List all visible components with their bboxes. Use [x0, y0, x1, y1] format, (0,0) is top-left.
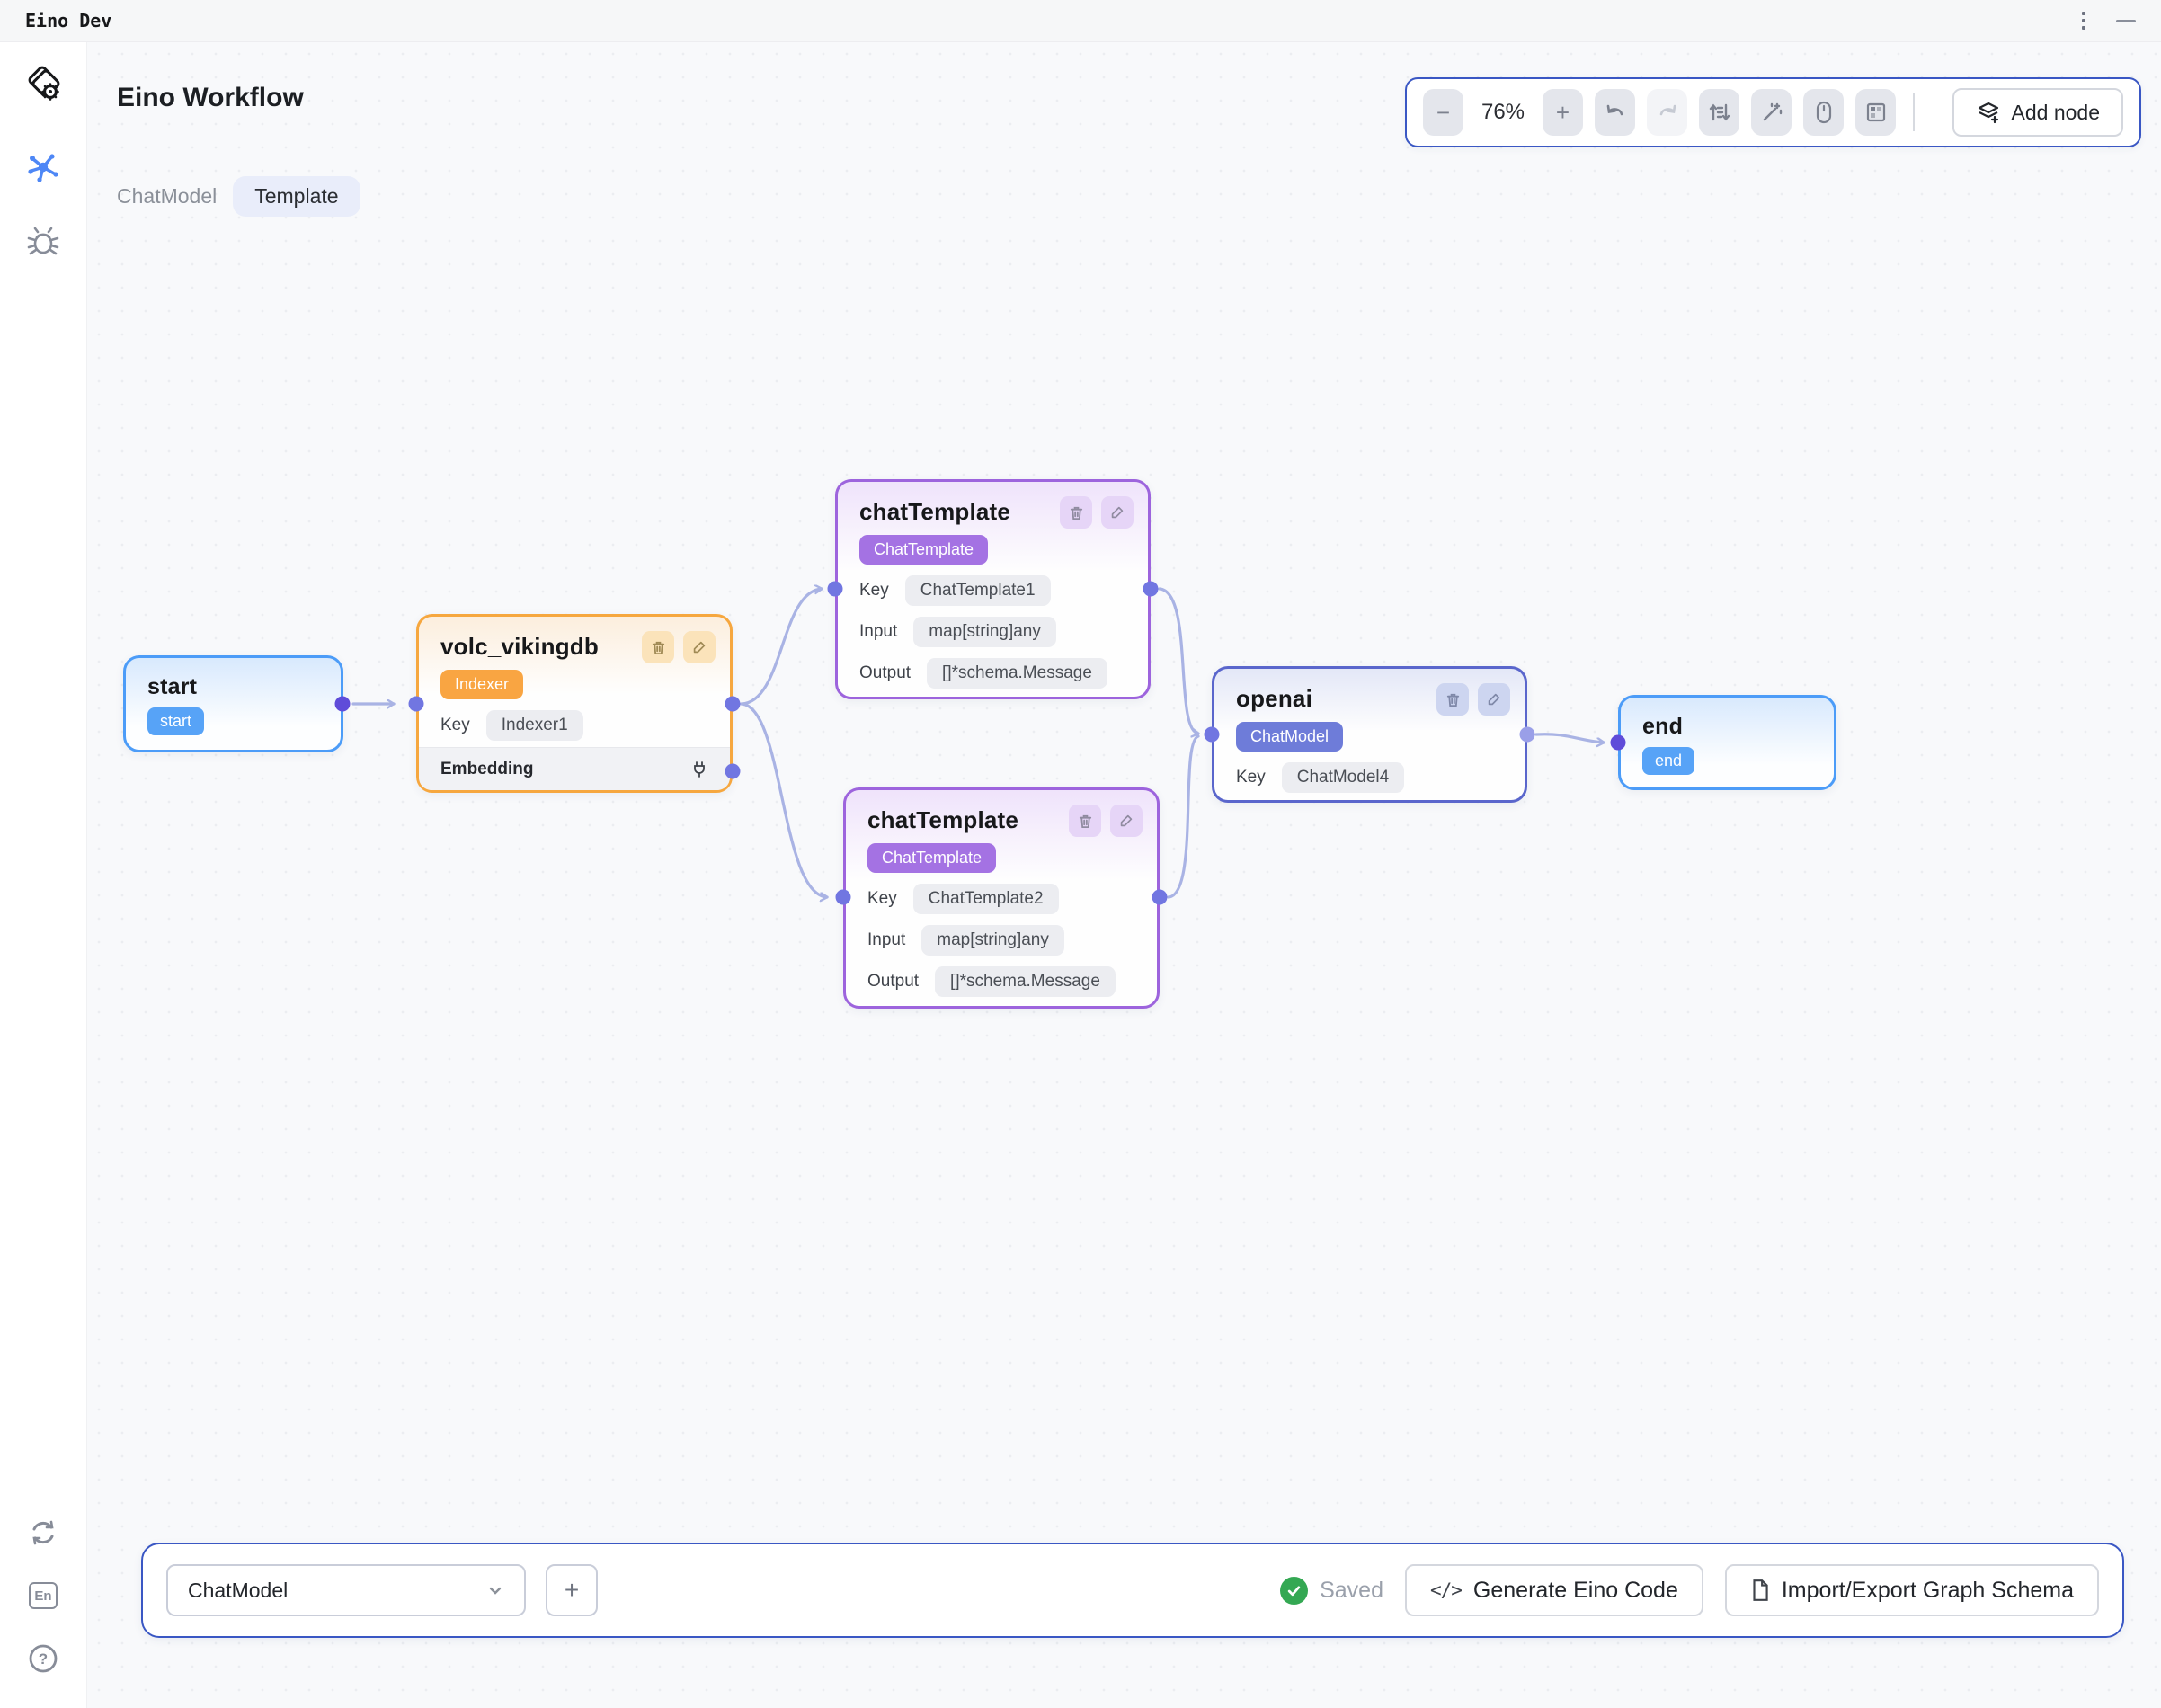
key-value: ChatTemplate1 [905, 575, 1051, 606]
key-value: ChatTemplate2 [913, 884, 1059, 914]
node-type-badge: Indexer [440, 670, 523, 699]
plug-icon [690, 761, 708, 778]
output-label: Output [867, 972, 919, 992]
window-title: Eino Dev [25, 10, 111, 31]
node-volc-vikingdb[interactable]: volc_vikingdb Indexer Key Indexer1 Embed… [416, 614, 733, 793]
tab-template[interactable]: Template [233, 176, 360, 217]
zoom-in-icon[interactable]: + [1543, 89, 1583, 136]
input-value: map[string]any [913, 617, 1056, 647]
node-type-badge: start [147, 707, 204, 735]
bottom-bar: ChatModel + Saved </> Generate Eino Code… [141, 1543, 2124, 1638]
chevron-down-icon [486, 1581, 504, 1599]
graph-selector[interactable]: ChatModel [166, 1564, 526, 1616]
delete-node-icon[interactable] [1436, 683, 1469, 716]
node-end[interactable]: end end [1618, 695, 1836, 790]
node-start[interactable]: start start [123, 655, 343, 752]
key-label: Key [1236, 768, 1266, 787]
key-value: ChatModel4 [1282, 762, 1404, 793]
add-node-button[interactable]: Add node [1952, 88, 2123, 137]
sidebar: En ? [0, 42, 87, 1708]
auto-layout-icon[interactable] [1699, 89, 1739, 136]
zoom-level: 76% [1475, 100, 1531, 125]
node-type-badge: end [1642, 747, 1694, 775]
embedding-section[interactable]: Embedding [419, 747, 730, 790]
saved-check-icon [1280, 1577, 1308, 1605]
node-type-badge: ChatModel [1236, 722, 1343, 752]
import-export-button[interactable]: Import/Export Graph Schema [1725, 1564, 2099, 1616]
code-icon: </> [1430, 1579, 1462, 1601]
edit-node-icon[interactable] [683, 631, 716, 663]
window-header: Eino Dev [0, 0, 2161, 42]
input-label: Input [867, 930, 905, 950]
node-type-badge: ChatTemplate [859, 535, 988, 565]
language-en-icon[interactable]: En [29, 1582, 58, 1609]
delete-node-icon[interactable] [1069, 805, 1101, 837]
graph-selector-value: ChatModel [188, 1579, 288, 1603]
save-status-text: Saved [1320, 1578, 1383, 1604]
delete-node-icon[interactable] [642, 631, 674, 663]
refresh-icon[interactable] [22, 1512, 64, 1553]
add-node-label: Add node [2012, 101, 2100, 125]
edit-node-icon[interactable] [1110, 805, 1143, 837]
add-graph-button[interactable]: + [546, 1564, 598, 1616]
output-value: []*schema.Message [935, 966, 1116, 997]
window-menu-icon[interactable] [2082, 12, 2085, 30]
canvas-toolbar: − 76% + [1405, 77, 2141, 147]
add-node-layers-icon [1976, 100, 2001, 125]
node-title: end [1642, 714, 1812, 740]
node-openai[interactable]: openai ChatModel Key ChatModel4 [1212, 666, 1527, 803]
debug-bug-icon[interactable] [22, 220, 64, 262]
edit-node-icon[interactable] [1478, 683, 1510, 716]
node-type-badge: ChatTemplate [867, 843, 996, 873]
output-value: []*schema.Message [927, 658, 1107, 689]
output-label: Output [859, 663, 911, 683]
minimap-icon[interactable] [1855, 89, 1896, 136]
page-title: Eino Workflow [117, 83, 304, 113]
edit-node-icon[interactable] [1101, 496, 1134, 529]
tab-chatmodel[interactable]: ChatModel [117, 184, 217, 209]
workflow-graph-icon[interactable] [22, 147, 64, 188]
key-label: Key [859, 581, 889, 600]
window-minimize-icon[interactable] [2116, 20, 2136, 22]
undo-icon[interactable] [1595, 89, 1635, 136]
workflow-tabs: ChatModel Template [117, 176, 360, 217]
eino-logo-icon[interactable] [22, 64, 64, 105]
toolbar-divider [1913, 93, 1915, 131]
node-title: start [147, 674, 319, 700]
input-value: map[string]any [921, 925, 1064, 956]
mouse-icon[interactable] [1803, 89, 1844, 136]
node-chattemplate-2[interactable]: chatTemplate ChatTemplate Key ChatTempla… [843, 787, 1160, 1009]
file-icon [1750, 1579, 1770, 1602]
magic-wand-icon[interactable] [1751, 89, 1792, 136]
save-status: Saved [1280, 1577, 1383, 1605]
delete-node-icon[interactable] [1060, 496, 1092, 529]
key-label: Key [440, 716, 470, 735]
key-value: Indexer1 [486, 710, 583, 741]
key-label: Key [867, 889, 897, 909]
input-label: Input [859, 622, 897, 642]
generate-code-button[interactable]: </> Generate Eino Code [1405, 1564, 1703, 1616]
redo-icon [1647, 89, 1687, 136]
zoom-out-icon[interactable]: − [1423, 89, 1463, 136]
svg-text:?: ? [39, 1650, 48, 1668]
help-icon[interactable]: ? [22, 1638, 64, 1679]
node-chattemplate-1[interactable]: chatTemplate ChatTemplate Key ChatTempla… [835, 479, 1151, 699]
